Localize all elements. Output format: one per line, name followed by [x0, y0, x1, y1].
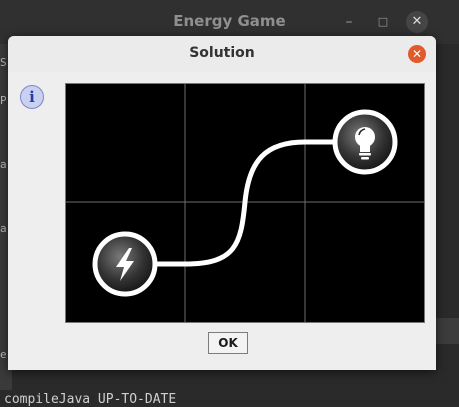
- minimize-button[interactable]: –: [340, 13, 358, 31]
- info-icon: i: [20, 85, 44, 109]
- board-canvas: [66, 84, 424, 322]
- solution-board: [65, 83, 425, 323]
- background-right-panel: [436, 318, 459, 344]
- background-left-text: a: [0, 158, 7, 171]
- background-close-button[interactable]: ✕: [406, 11, 428, 33]
- lamp-tile[interactable]: [332, 109, 398, 175]
- console-text: compileJava UP-TO-DATE: [4, 392, 177, 407]
- dialog-titlebar: Solution ✕: [8, 36, 436, 72]
- power-source-tile[interactable]: [92, 231, 158, 297]
- dialog-title: Solution: [189, 45, 255, 61]
- background-left-text: S: [0, 56, 7, 69]
- background-left-text: P: [0, 94, 7, 107]
- ok-button[interactable]: OK: [208, 332, 248, 354]
- dialog-close-button[interactable]: ✕: [408, 45, 426, 63]
- solution-dialog: Solution ✕ i OK: [8, 36, 436, 370]
- background-left-text: e: [0, 348, 7, 361]
- background-left-text: a: [0, 222, 7, 235]
- maximize-button[interactable]: □: [374, 13, 392, 31]
